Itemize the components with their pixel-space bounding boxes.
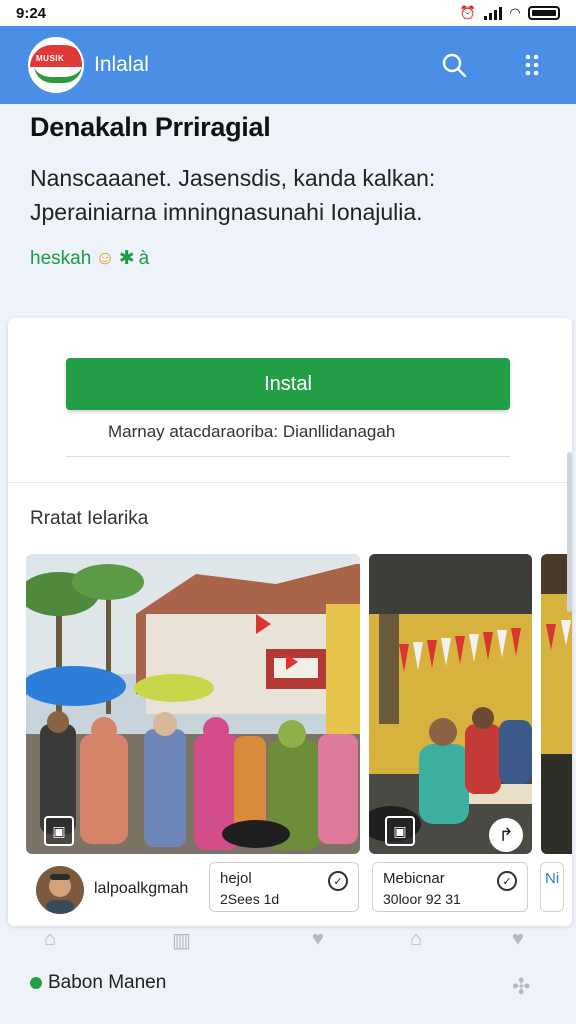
description: Nansca​aanet. Jasensdis, kanda kalkan: J…	[30, 165, 436, 225]
footer: Babon Manen	[30, 972, 166, 994]
install-button[interactable]: Instal	[66, 358, 510, 410]
info-chip[interactable]: hejol 2Sees 1d ✓	[209, 862, 359, 912]
search-icon[interactable]	[438, 49, 470, 81]
status-time: 9:24	[16, 4, 47, 22]
app-logo[interactable]: MUSIK	[28, 37, 84, 93]
dancer-icon: ✱	[118, 248, 135, 269]
more-options-icon[interactable]	[516, 49, 548, 81]
tagline-text: heskah	[30, 247, 92, 269]
gallery-section-title: Rratat Ielarika	[30, 508, 149, 529]
chart-icon[interactable]: ▥	[172, 928, 191, 953]
info-chip[interactable]: Ni	[540, 862, 564, 912]
alarm-icon: ⏰	[459, 5, 476, 20]
image-icon[interactable]: ▣	[385, 816, 415, 846]
signal-icon	[484, 6, 502, 20]
bottom-nav: ⌂ ▥ ♥ ⌂ ♥	[0, 928, 576, 954]
logo-text: MUSIK	[36, 54, 65, 63]
wifi-icon: ◠	[510, 5, 520, 20]
photo-gallery[interactable]: ▣ ▣ ↱	[26, 554, 572, 854]
share-icon[interactable]: ✣	[512, 974, 530, 1000]
app-name: Inlalal	[94, 53, 149, 76]
leaf-icon: à	[138, 247, 150, 269]
footer-label: Babon Manen	[48, 972, 167, 993]
divider	[8, 482, 572, 483]
install-card: Instal Marnay atacdaraoriba: Dianllidana…	[8, 318, 572, 926]
bookmark-icon[interactable]: ⌂	[410, 928, 422, 951]
page-title: Denakaln Prriragial	[30, 112, 271, 142]
battery-icon	[528, 6, 560, 20]
pin-icon[interactable]: ✓	[328, 871, 348, 891]
status-icons: ⏰ ◠	[460, 5, 560, 21]
pin-icon[interactable]: ✓	[497, 871, 517, 891]
profile-row: lalpoalkgmah hejol 2Sees 1d ✓ Mebicnar 3…	[34, 862, 564, 914]
gallery-photo[interactable]: ▣	[26, 554, 360, 854]
smile-icon: ☺	[95, 247, 115, 269]
home-icon[interactable]: ⌂	[44, 928, 56, 951]
heart-icon[interactable]: ♥	[512, 928, 524, 951]
status-dot-icon	[30, 977, 42, 989]
image-icon[interactable]: ▣	[44, 816, 74, 846]
chip-subtitle: 30loor 92 31	[383, 891, 461, 907]
profile-name: lalpoalkgmah	[94, 880, 189, 897]
info-chip[interactable]: Mebicnar 30loor 92 31 ✓	[372, 862, 528, 912]
heart-icon[interactable]: ♥	[312, 928, 324, 951]
install-note: Marnay atacdaraoriba: Dianllidanagah	[108, 422, 396, 441]
app-bar: MUSIK Inlalal	[0, 26, 576, 104]
tagline: heskah ☺ ✱ à	[30, 247, 550, 270]
header-section: Denakaln Prriragial Nansca​aanet. Jasens…	[30, 112, 550, 270]
chip-subtitle: 2Sees 1d	[220, 891, 280, 907]
divider	[66, 456, 510, 457]
scrollbar[interactable]	[567, 452, 572, 612]
gallery-photo[interactable]: ▣ ↱	[369, 554, 532, 854]
share-icon[interactable]: ↱	[489, 818, 523, 852]
status-bar: 9:24 ⏰ ◠	[0, 0, 576, 26]
avatar[interactable]	[36, 866, 84, 914]
chip-title: Ni	[545, 870, 560, 887]
